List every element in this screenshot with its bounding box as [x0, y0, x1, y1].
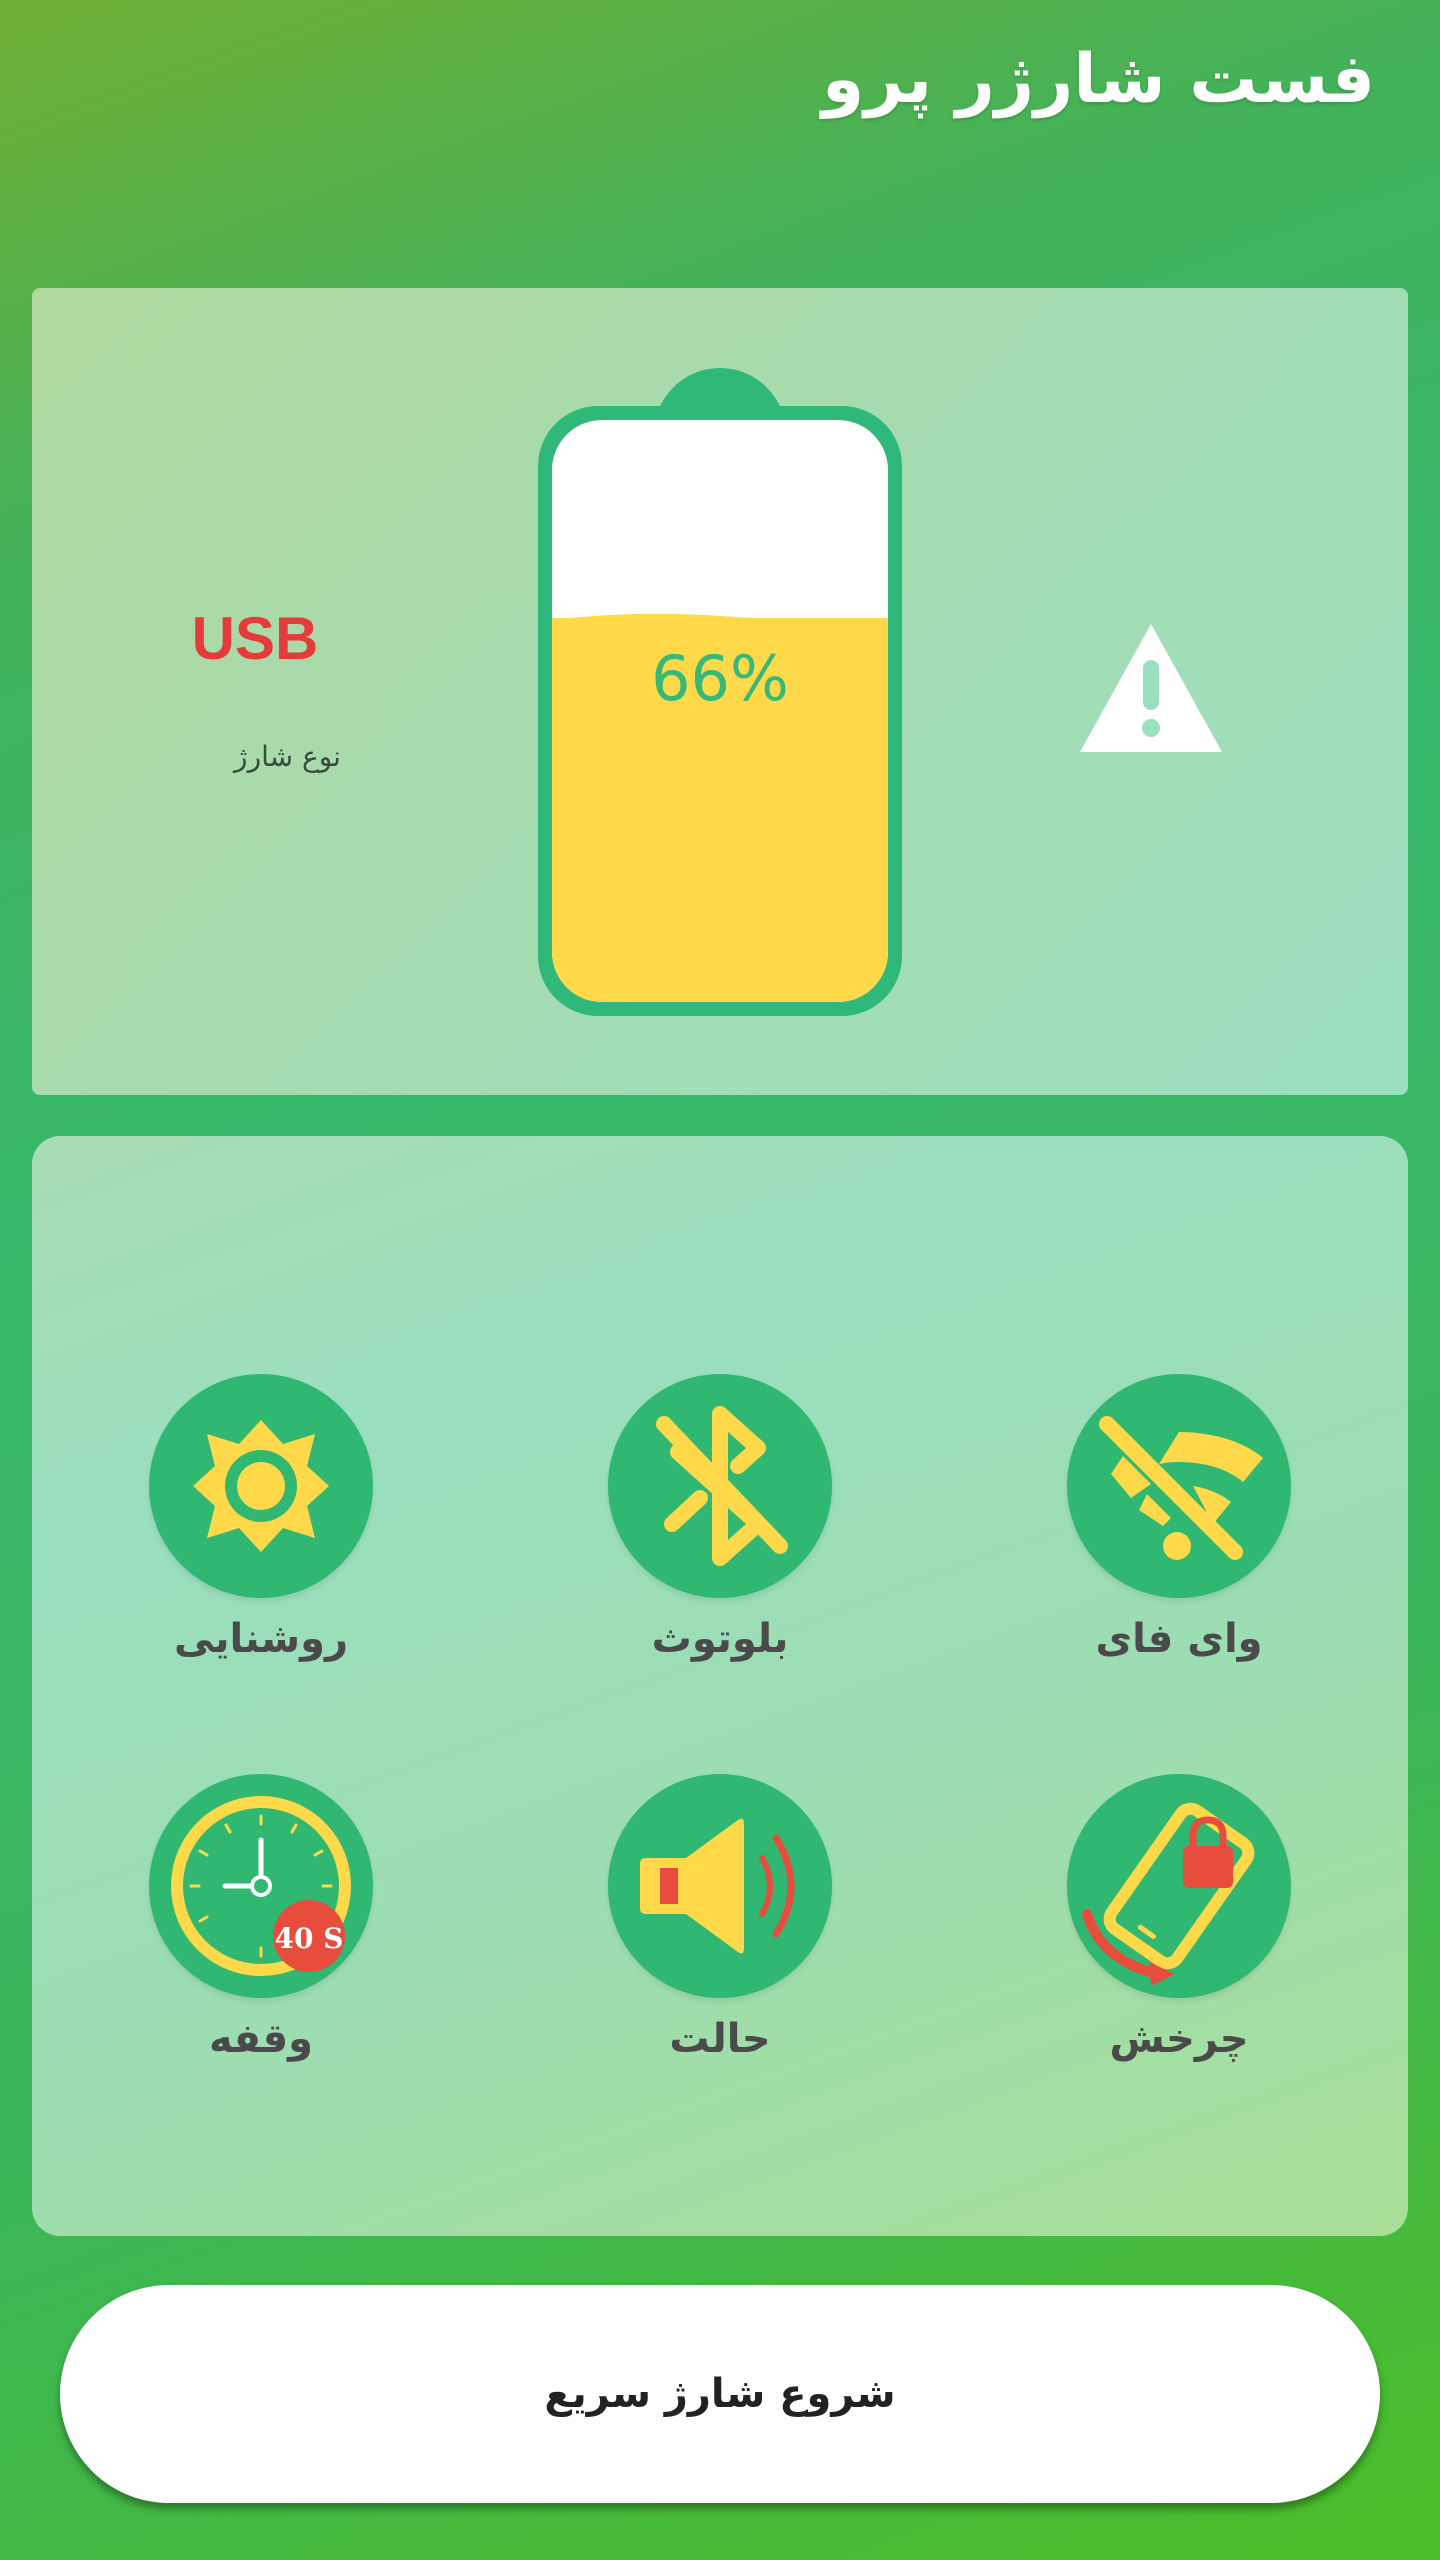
clock-icon: [171, 1796, 351, 1976]
speaker-icon: [640, 1818, 795, 1954]
battery-percent: 66%: [651, 642, 789, 715]
sound-mode-control[interactable]: حالت: [570, 1774, 870, 2062]
timeout-label: وقفه: [208, 2016, 314, 2062]
wifi-label: وای فای: [1095, 1616, 1263, 1662]
sound-mode-label: حالت: [669, 2016, 771, 2062]
timeout-badge: 40 S: [274, 1922, 344, 1955]
bluetooth-control[interactable]: بلوتوث: [570, 1374, 870, 1662]
bluetooth-off-icon: [656, 1406, 788, 1566]
wifi-control[interactable]: وای فای: [1029, 1374, 1329, 1662]
brightness-control[interactable]: روشنایی: [111, 1374, 411, 1662]
rotation-lock-icon: [1082, 1802, 1255, 1986]
brightness-label: روشنایی: [173, 1616, 349, 1662]
start-fast-charge-button[interactable]: شروع شارژ سریع: [60, 2285, 1380, 2503]
warning-icon: [1080, 624, 1222, 752]
charge-type-label: نوع شارژ: [234, 740, 341, 773]
brightness-icon: [193, 1420, 329, 1552]
rotation-control[interactable]: چرخش: [1029, 1774, 1329, 2062]
battery-indicator: 66%: [538, 368, 902, 1016]
quick-controls-card: [32, 1136, 1408, 2236]
charge-type-value: USB: [191, 605, 319, 672]
app-title: فست شارژر پرو: [822, 40, 1375, 119]
bluetooth-label: بلوتوث: [651, 1616, 789, 1662]
rotation-label: چرخش: [1109, 2016, 1249, 2062]
wifi-off-icon: [1099, 1416, 1263, 1560]
timeout-control[interactable]: 40 S وقفه: [111, 1774, 411, 2062]
